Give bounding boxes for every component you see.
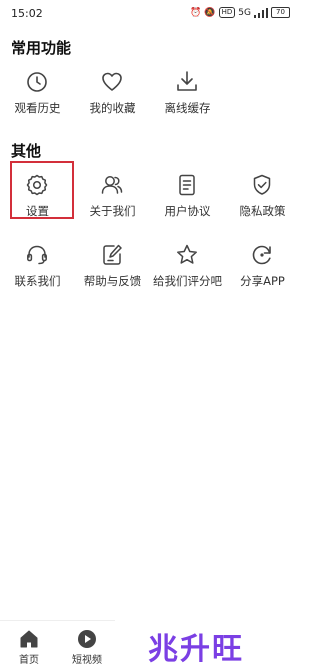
share-refresh-icon bbox=[252, 245, 271, 265]
menu-item-label: 我的收藏 bbox=[89, 101, 136, 115]
section-title-other: 其他 bbox=[11, 142, 42, 160]
alarm-icon: ⏰ bbox=[190, 7, 202, 18]
document-icon bbox=[179, 174, 195, 196]
tab-home[interactable]: 首页 bbox=[0, 621, 58, 667]
menu-item-about-us[interactable]: 关于我们 bbox=[75, 172, 150, 232]
menu-item-label: 设置 bbox=[26, 204, 49, 218]
signal-bars-icon bbox=[254, 7, 268, 18]
tab-short-video[interactable]: 短视频 bbox=[58, 621, 116, 667]
watermark-logo: 兆升旺 bbox=[148, 632, 244, 667]
menu-item-contact-us[interactable]: 联系我们 bbox=[0, 242, 75, 302]
menu-item-settings[interactable]: 设置 bbox=[0, 172, 75, 232]
status-icons: ⏰ 🔕 HD 5G 70 bbox=[190, 7, 290, 18]
edit-icon bbox=[103, 244, 122, 265]
menu-item-offline-cache[interactable]: 离线缓存 bbox=[150, 69, 225, 129]
menu-item-help-feedback[interactable]: 帮助与反馈 bbox=[75, 242, 150, 302]
section-title-common: 常用功能 bbox=[11, 39, 72, 57]
network-badge: HD bbox=[218, 7, 236, 18]
headset-icon bbox=[27, 245, 47, 265]
menu-item-label: 用户协议 bbox=[164, 204, 211, 218]
gear-icon bbox=[26, 174, 48, 196]
menu-item-label: 隐私政策 bbox=[239, 204, 286, 218]
menu-item-label: 帮助与反馈 bbox=[83, 274, 142, 288]
tab-label: 首页 bbox=[19, 655, 39, 666]
star-icon bbox=[177, 244, 197, 264]
download-icon bbox=[177, 71, 197, 91]
users-icon bbox=[101, 176, 123, 194]
menu-item-favorites[interactable]: 我的收藏 bbox=[75, 69, 150, 129]
menu-item-user-agreement[interactable]: 用户协议 bbox=[150, 172, 225, 232]
signal-label: 5G bbox=[238, 7, 251, 18]
play-icon bbox=[78, 630, 96, 648]
status-time: 15:02 bbox=[11, 7, 43, 20]
clock-icon bbox=[27, 72, 47, 92]
menu-item-rate-us[interactable]: 给我们评分吧 bbox=[150, 242, 225, 302]
shield-icon bbox=[253, 174, 271, 195]
menu-item-label: 关于我们 bbox=[89, 204, 136, 218]
menu-item-label: 分享APP bbox=[240, 274, 285, 288]
bottom-tab-bar: 首页 短视频 bbox=[0, 620, 115, 667]
tab-label: 短视频 bbox=[72, 655, 102, 666]
menu-item-label: 观看历史 bbox=[14, 101, 61, 115]
battery-icon: 70 bbox=[271, 7, 290, 18]
home-icon bbox=[20, 630, 38, 648]
menu-item-label: 离线缓存 bbox=[164, 101, 211, 115]
menu-item-share-app[interactable]: 分享APP bbox=[225, 242, 300, 302]
menu-item-label: 联系我们 bbox=[14, 274, 61, 288]
status-bar: 15:02 ⏰ 🔕 HD 5G 70 bbox=[0, 0, 300, 26]
heart-icon bbox=[102, 72, 122, 91]
mute-icon: 🔕 bbox=[204, 7, 216, 18]
menu-item-privacy-policy[interactable]: 隐私政策 bbox=[225, 172, 300, 232]
menu-item-label: 给我们评分吧 bbox=[153, 274, 222, 288]
menu-item-watch-history[interactable]: 观看历史 bbox=[0, 69, 75, 129]
